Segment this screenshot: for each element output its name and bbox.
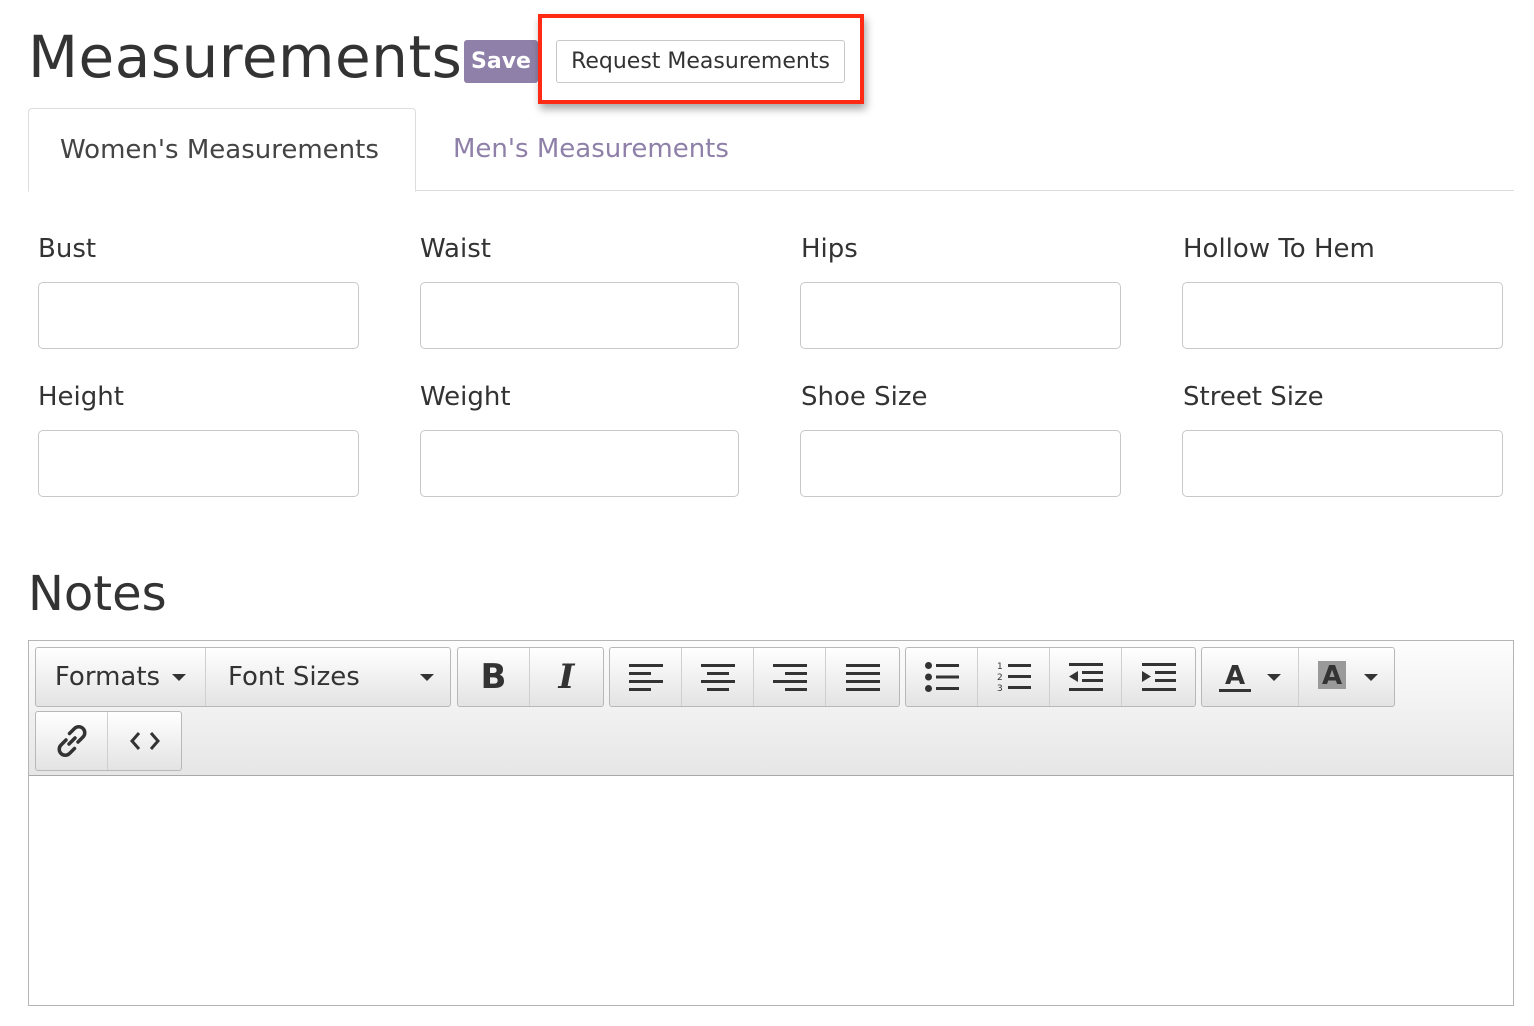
hollow-to-hem-label: Hollow To Hem [1183, 234, 1375, 264]
save-button[interactable]: Save [464, 40, 538, 83]
numbered-list-button[interactable]: 123 [978, 648, 1050, 706]
hips-input[interactable] [800, 282, 1121, 349]
bust-label: Bust [38, 234, 97, 264]
svg-text:3: 3 [997, 684, 1003, 693]
background-color-icon: A [1317, 661, 1346, 691]
svg-text:2: 2 [997, 673, 1003, 683]
align-justify-button[interactable] [826, 648, 899, 706]
italic-icon: I [558, 657, 575, 697]
notes-title: Notes [28, 566, 167, 622]
measurement-tabs: Women's Measurements Men's Measurements [28, 108, 1514, 192]
background-color-button[interactable]: A [1299, 648, 1394, 706]
align-right-icon [772, 664, 807, 691]
alignment-group [609, 647, 900, 707]
svg-text:A: A [1225, 661, 1245, 691]
page-title: Measurements [28, 23, 463, 91]
request-measurements-button[interactable]: Request Measurements [556, 40, 845, 83]
outdent-button[interactable] [1050, 648, 1122, 706]
italic-button[interactable]: I [530, 648, 603, 706]
tab-mens-measurements[interactable]: Men's Measurements [422, 108, 760, 191]
font-sizes-label: Font Sizes [228, 662, 360, 692]
source-code-button[interactable] [108, 712, 181, 770]
text-style-group: B I [457, 647, 604, 707]
weight-input[interactable] [420, 430, 739, 497]
text-color-button[interactable]: A [1202, 648, 1299, 706]
bold-button[interactable]: B [458, 648, 530, 706]
shoe-size-label: Shoe Size [801, 382, 928, 412]
chevron-down-icon [172, 673, 187, 681]
font-sizes-dropdown[interactable]: Font Sizes [206, 648, 450, 706]
formats-dropdown[interactable]: Formats [36, 648, 206, 706]
chevron-down-icon [420, 673, 434, 681]
numbered-list-icon: 123 [997, 662, 1031, 693]
height-label: Height [38, 382, 124, 412]
hips-label: Hips [801, 234, 858, 264]
bullet-list-button[interactable] [906, 648, 978, 706]
editor-toolbar: Formats Font Sizes B I 1 2 3 A A [29, 641, 1513, 776]
svg-text:A: A [1321, 661, 1341, 691]
list-group: 123 [905, 647, 1196, 707]
svg-text:1: 1 [997, 662, 1003, 672]
notes-editor: Formats Font Sizes B I 1 2 3 A A [28, 640, 1514, 1006]
shoe-size-input[interactable] [800, 430, 1121, 497]
formats-label: Formats [54, 662, 161, 692]
bold-icon: B [480, 657, 507, 697]
indent-icon [1141, 663, 1176, 691]
source-code-icon [129, 732, 160, 750]
street-size-label: Street Size [1183, 382, 1324, 412]
indent-button[interactable] [1122, 648, 1195, 706]
align-center-button[interactable] [682, 648, 754, 706]
outdent-icon [1068, 663, 1103, 691]
chevron-down-icon [1267, 673, 1281, 681]
format-dropdown-group: Formats Font Sizes [35, 647, 451, 707]
height-input[interactable] [38, 430, 359, 497]
insert-group [35, 711, 182, 771]
tab-womens-measurements[interactable]: Women's Measurements [28, 108, 416, 192]
link-icon [57, 725, 86, 757]
waist-input[interactable] [420, 282, 739, 349]
chevron-down-icon [1363, 673, 1378, 681]
color-group: A A [1201, 647, 1395, 707]
bullet-list-icon [924, 662, 959, 692]
street-size-input[interactable] [1182, 430, 1503, 497]
hollow-to-hem-input[interactable] [1182, 282, 1503, 349]
text-color-icon: A [1219, 661, 1251, 692]
align-justify-icon [845, 664, 880, 691]
align-center-icon [700, 664, 735, 691]
bust-input[interactable] [38, 282, 359, 349]
align-left-button[interactable] [610, 648, 682, 706]
weight-label: Weight [420, 382, 511, 412]
link-button[interactable] [36, 712, 108, 770]
align-right-button[interactable] [754, 648, 826, 706]
notes-content-area[interactable] [29, 777, 1513, 1005]
align-left-icon [628, 664, 663, 691]
waist-label: Waist [420, 234, 491, 264]
